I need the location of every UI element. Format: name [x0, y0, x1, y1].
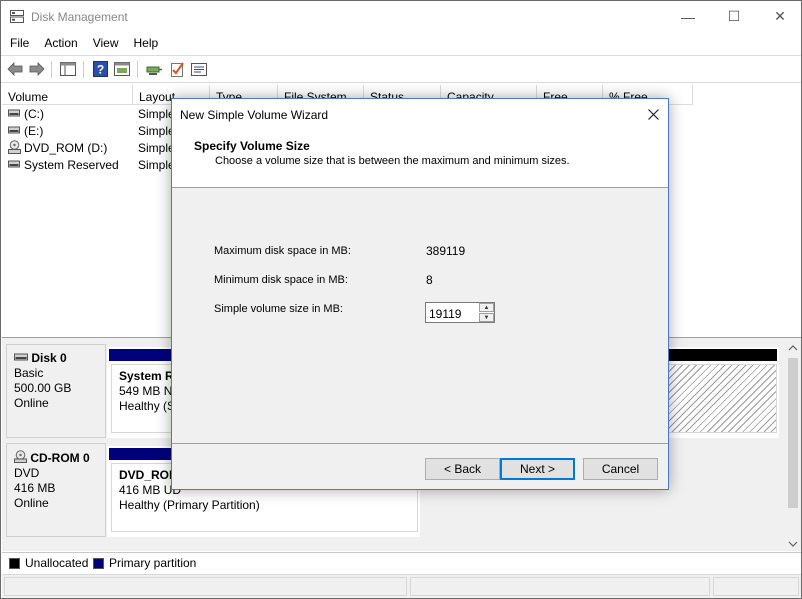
size-decrement-button[interactable]: ▼ [479, 313, 494, 322]
dialog-header: Specify Volume Size Choose a volume size… [172, 130, 668, 188]
status-bar [2, 574, 801, 598]
menu-help[interactable]: Help [125, 33, 165, 54]
min-space-label: Minimum disk space in MB: [214, 274, 348, 286]
menu-bar: File Action View Help [1, 33, 801, 54]
scroll-thumb[interactable] [788, 358, 798, 508]
scroll-up-icon [788, 345, 798, 351]
show-hide-action-pane-button[interactable] [113, 60, 131, 78]
disk-state: Online [14, 396, 49, 410]
console-tree-icon [60, 62, 76, 76]
volume-layout: Simple [138, 107, 175, 121]
status-cell [410, 577, 710, 596]
back-arrow-icon [7, 62, 23, 76]
disk-kind: Basic [14, 366, 44, 380]
drive-icon [8, 160, 20, 168]
disk-management-icon [10, 10, 24, 23]
action-pane-icon [114, 62, 130, 76]
close-button[interactable]: ✕ [757, 1, 802, 32]
disk-size: 500.00 GB [14, 381, 72, 395]
max-space-label: Maximum disk space in MB: [214, 245, 351, 257]
properties-check-button[interactable] [168, 60, 186, 78]
unallocated-bar [664, 349, 777, 361]
toolbar-separator [83, 61, 84, 78]
disk-0-label[interactable]: Disk 0 Basic 500.00 GB Online [6, 344, 106, 438]
minimize-button[interactable]: — [665, 1, 711, 32]
drive-icon [8, 109, 20, 117]
volume-size-label: Simple volume size in MB: [214, 303, 343, 315]
show-hide-console-tree-button[interactable] [59, 60, 77, 78]
help-icon: ? [92, 61, 108, 77]
connect-icon [146, 66, 162, 75]
help-button[interactable]: ? [91, 60, 109, 78]
column-header-volume[interactable]: Volume [2, 85, 133, 105]
close-icon: ✕ [774, 8, 786, 24]
dialog-close-button[interactable] [638, 99, 668, 130]
volume-name: System Reserved [24, 158, 119, 172]
min-space-value: 8 [426, 273, 433, 287]
menu-action[interactable]: Action [35, 33, 83, 54]
back-button[interactable] [6, 60, 24, 78]
legend-primary-partition: Primary partition [109, 556, 197, 570]
disk-name: Disk 0 [14, 351, 105, 366]
disk-name-text: CD-ROM 0 [30, 451, 90, 465]
scroll-down-icon [788, 541, 798, 547]
forward-arrow-icon [29, 62, 45, 76]
spin-up-icon: ▲ [483, 304, 490, 311]
toolbar-separator [137, 61, 138, 78]
dialog-subtitle: Choose a volume size that is between the… [215, 155, 570, 167]
dialog-title-bar: New Simple Volume Wizard [172, 99, 668, 130]
maximize-button[interactable]: ☐ [711, 1, 757, 32]
menu-view[interactable]: View [84, 33, 125, 54]
status-cell [713, 577, 799, 596]
unallocated-swatch [9, 558, 20, 569]
disk-name-text: Disk 0 [31, 351, 67, 365]
dialog-separator [172, 443, 668, 444]
volume-layout: Simple [138, 141, 175, 155]
disk-size: 416 MB [14, 481, 56, 495]
cancel-button[interactable]: Cancel [583, 458, 658, 480]
legend-unallocated: Unallocated [25, 556, 89, 570]
dialog-title: New Simple Volume Wizard [180, 108, 329, 122]
volume-layout: Simple [138, 158, 175, 172]
status-cell [4, 577, 407, 596]
vertical-scrollbar[interactable] [785, 338, 801, 551]
forward-button[interactable] [28, 60, 46, 78]
drive-icon [8, 126, 20, 134]
unallocated-space[interactable] [668, 364, 777, 433]
cdrom-icon [14, 450, 27, 463]
disk-name: CD-ROM 0 [14, 450, 105, 466]
back-button[interactable]: < Back [425, 458, 500, 480]
dvd-icon [8, 140, 21, 154]
cdrom-0-label[interactable]: CD-ROM 0 DVD 416 MB Online [6, 443, 106, 537]
window-title: Disk Management [31, 10, 128, 24]
close-icon [647, 109, 659, 120]
maximize-icon: ☐ [727, 8, 741, 24]
volume-name: (E:) [24, 124, 44, 138]
new-simple-volume-wizard: New Simple Volume Wizard Specify Volume … [171, 98, 669, 490]
size-increment-button[interactable]: ▲ [479, 303, 494, 312]
minimize-icon: — [681, 8, 695, 25]
toolbar-separator [51, 61, 52, 78]
partition-status: Healthy (Primary Partition) [119, 498, 260, 512]
menu-file[interactable]: File [1, 33, 35, 54]
volume-layout: Simple [138, 124, 175, 138]
title-bar: Disk Management — ☐ ✕ [1, 1, 801, 32]
refresh-list-button[interactable] [190, 60, 208, 78]
legend: Unallocated Primary partition [2, 552, 801, 573]
disk-state: Online [14, 496, 49, 510]
spin-down-icon: ▼ [483, 314, 490, 321]
primary-partition-swatch [93, 558, 104, 569]
toolbar: ? [1, 55, 801, 83]
dialog-heading: Specify Volume Size [194, 139, 310, 153]
next-button[interactable]: Next > [500, 458, 575, 480]
disk-kind: DVD [14, 466, 40, 480]
list-view-icon [191, 62, 207, 76]
volume-name: DVD_ROM (D:) [24, 141, 108, 155]
checkmark-icon [170, 62, 184, 77]
svg-text:?: ? [96, 63, 103, 77]
disk-icon [14, 353, 28, 361]
max-space-value: 389119 [426, 244, 466, 258]
volume-name: (C:) [24, 107, 44, 121]
connect-disk-button[interactable] [145, 60, 163, 78]
